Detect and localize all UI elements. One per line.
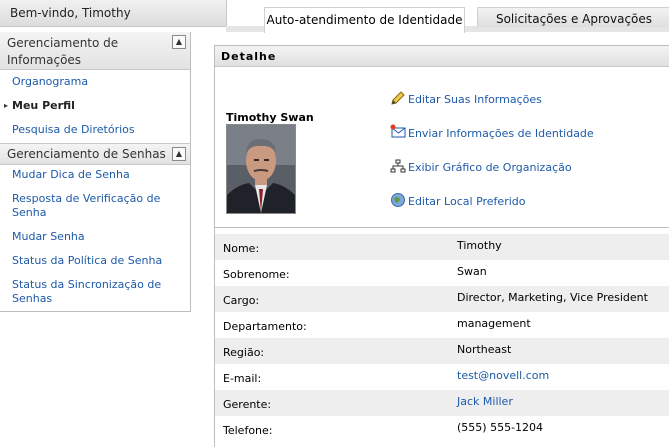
field-label: Cargo: — [223, 294, 260, 307]
email-icon — [390, 124, 406, 138]
sidebar-item-password-challenge-response[interactable]: Resposta de Verificação de Senha — [12, 192, 184, 220]
send-identity-info-label: Enviar Informações de Identidade — [408, 127, 594, 140]
table-row: E-mail: test@novell.com — [215, 364, 669, 390]
field-label: Sobrenome: — [223, 268, 290, 281]
tab-requests-approvals[interactable]: Solicitações e Aprovações — [477, 7, 669, 27]
collapse-icon[interactable]: ▲ — [172, 147, 186, 161]
field-label: Nome: — [223, 242, 260, 255]
sidebar-item-change-password[interactable]: Mudar Senha — [12, 230, 184, 244]
manager-link[interactable]: Jack Miller — [457, 395, 513, 408]
person-name: Timothy Swan — [226, 111, 314, 124]
detail-header: Detalhe — [215, 46, 669, 67]
section-header-information-management[interactable]: Gerenciamento de Informações ▲ — [0, 32, 190, 70]
field-value: management — [457, 317, 531, 330]
email-link[interactable]: test@novell.com — [457, 369, 549, 382]
current-item-bullet-icon: ▸ — [4, 101, 9, 110]
sidebar-item-password-policy-status[interactable]: Status da Política de Senha — [12, 254, 184, 268]
field-label: E-mail: — [223, 372, 262, 385]
sidebar-item-org-chart[interactable]: Organograma — [12, 75, 184, 89]
field-label: Região: — [223, 346, 265, 359]
table-row: Departamento: management — [215, 312, 669, 338]
table-row: Sobrenome: Swan — [215, 260, 669, 286]
field-value: (555) 555-1204 — [457, 421, 544, 434]
welcome-text: Bem-vindo, Timothy — [10, 6, 131, 20]
field-value: Director, Marketing, Vice President — [457, 291, 648, 304]
field-label: Telefone: — [223, 424, 273, 437]
field-value: Swan — [457, 265, 487, 278]
sidebar-item-my-profile[interactable]: Meu Perfil — [12, 99, 184, 113]
sidebar-item-directory-search[interactable]: Pesquisa de Diretórios — [12, 123, 184, 137]
section-title: Gerenciamento de Informações — [7, 36, 119, 67]
field-value: Timothy — [457, 239, 502, 252]
field-value: Northeast — [457, 343, 512, 356]
tab-identity-self-service[interactable]: Auto-atendimento de Identidade — [264, 7, 465, 33]
globe-icon — [391, 193, 405, 207]
sidebar: Gerenciamento de Informações ▲ Organogra… — [0, 32, 191, 312]
section-title: Gerenciamento de Senhas — [7, 147, 166, 161]
welcome-box: Bem-vindo, Timothy — [0, 0, 227, 27]
table-row: Região: Northeast — [215, 338, 669, 364]
edit-info-label: Editar Suas Informações — [408, 93, 542, 106]
separator — [215, 227, 669, 228]
table-row: Cargo: Director, Marketing, Vice Preside… — [215, 286, 669, 312]
detail-panel: Detalhe Timothy Swan Editar Suas Informa… — [214, 45, 669, 447]
sidebar-item-password-sync-status[interactable]: Status da Sincronização de Senhas — [12, 278, 184, 306]
section-header-password-management[interactable]: Gerenciamento de Senhas ▲ — [0, 143, 190, 165]
field-label: Gerente: — [223, 398, 272, 411]
field-label: Departamento: — [223, 320, 307, 333]
org-chart-label: Exibir Gráfico de Organização — [408, 161, 572, 174]
pencil-icon — [391, 91, 405, 105]
top-bar: Bem-vindo, Timothy Auto-atendimento de I… — [0, 0, 669, 33]
org-chart-icon — [390, 159, 406, 173]
table-row: Nome: Timothy — [215, 234, 669, 260]
edit-preferred-locale-label: Editar Local Preferido — [408, 195, 526, 208]
table-row: Gerente: Jack Miller — [215, 390, 669, 416]
collapse-icon[interactable]: ▲ — [172, 35, 186, 49]
table-row: Telefone: (555) 555-1204 — [215, 416, 669, 442]
profile-photo — [226, 124, 296, 214]
detail-title: Detalhe — [221, 50, 277, 63]
sidebar-item-change-password-hint[interactable]: Mudar Dica de Senha — [12, 168, 184, 182]
